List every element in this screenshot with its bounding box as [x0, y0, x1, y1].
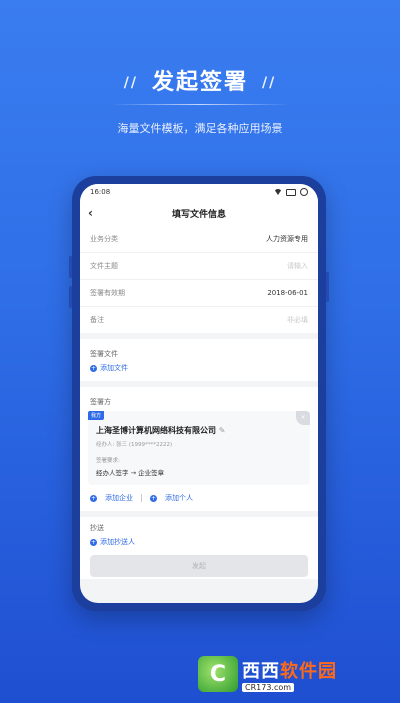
plus-icon: +	[90, 494, 97, 502]
form-row-label: 文件主题	[90, 262, 118, 270]
page-title: 填写文件信息	[171, 209, 226, 220]
add-cc-button[interactable]: + 添加抄送人	[80, 537, 318, 551]
add-person-button[interactable]: 添加个人	[165, 493, 193, 503]
signers-card: 签署方 我方 × 上海圣博计算机网络科技有限公司 ✎ 经办人: 张三 (1999…	[80, 387, 318, 511]
status-time: 16:08	[90, 188, 111, 196]
handler-info: 经办人: 张三 (1999****2222)	[96, 442, 173, 448]
watermark-logo: C 西西软件园 CR173.com	[198, 654, 384, 694]
submit-button[interactable]: 发起	[90, 555, 308, 577]
wifi-icon	[274, 189, 282, 195]
requirement-label: 签署要求:	[96, 458, 120, 464]
add-file-label: 添加文件	[100, 364, 128, 372]
form-row-value: 人力资源专用	[266, 235, 308, 243]
clock-icon	[300, 188, 308, 196]
form-row-category[interactable]: 业务分类 人力资源专用	[80, 226, 318, 253]
form-row-subject[interactable]: 文件主题 请输入	[80, 253, 318, 280]
status-bar: 16:08	[80, 184, 318, 200]
subject-input[interactable]: 请输入	[287, 261, 308, 271]
watermark-brand-a: 西西	[242, 660, 280, 682]
remark-input[interactable]: 非必填	[287, 315, 308, 325]
signer-actions: + 添加企业 + 添加个人	[80, 493, 318, 511]
form-card: 业务分类 人力资源专用 文件主题 请输入 签署有效期 2018-06-01 备注…	[80, 226, 318, 333]
signers-section-title: 签署方	[90, 398, 111, 406]
phone-volume-button	[69, 256, 72, 278]
hero-slashes-right: //	[262, 75, 277, 91]
plus-icon: +	[150, 494, 157, 502]
phone-screen: 16:08 ‹ 填写文件信息 业务分类 人力资源专用 文件主题 请输入 签署有效…	[80, 184, 318, 603]
phone-frame: 16:08 ‹ 填写文件信息 业务分类 人力资源专用 文件主题 请输入 签署有效…	[69, 176, 329, 611]
form-row-value: 2018-06-01	[267, 289, 308, 297]
battery-icon	[286, 188, 296, 196]
edit-icon[interactable]: ✎	[219, 426, 226, 435]
watermark-text: 西西软件园 CR173.com	[242, 657, 337, 692]
add-company-button[interactable]: 添加企业	[105, 493, 133, 503]
hero-slashes-left: //	[123, 75, 138, 91]
form-row-label: 签署有效期	[90, 289, 125, 297]
add-cc-label: 添加抄送人	[100, 538, 135, 546]
form-row-label: 业务分类	[90, 235, 118, 243]
watermark-logo-icon: C	[198, 656, 238, 692]
requirement-flow: 经办人签字 → 企业签章	[96, 469, 165, 477]
add-file-button[interactable]: + 添加文件	[80, 363, 318, 381]
divider	[141, 494, 142, 502]
form-row-label: 备注	[90, 316, 104, 324]
company-name: 上海圣博计算机网络科技有限公司 ✎	[96, 425, 302, 436]
delete-icon[interactable]: ×	[296, 411, 310, 425]
files-section-title: 签署文件	[90, 350, 118, 358]
cc-card: 抄送 + 添加抄送人 发起	[80, 517, 318, 579]
files-card: 签署文件 + 添加文件	[80, 339, 318, 381]
phone-volume-button	[69, 286, 72, 308]
own-party-badge: 我方	[88, 411, 105, 420]
nav-bar: ‹ 填写文件信息	[80, 200, 318, 226]
back-arrow-icon[interactable]: ‹	[88, 206, 93, 220]
watermark-brand: 西西软件园	[242, 657, 337, 683]
hero-subtitle: 海量文件模板，满足各种应用场景	[117, 122, 283, 135]
plus-icon: +	[90, 538, 97, 546]
signer-party-card[interactable]: 我方 × 上海圣博计算机网络科技有限公司 ✎ 经办人: 张三 (1999****…	[88, 411, 310, 485]
cc-section-title: 抄送	[90, 524, 104, 532]
hero-divider	[110, 104, 290, 105]
plus-icon: +	[90, 364, 97, 372]
watermark-url: CR173.com	[242, 682, 295, 692]
form-row-validity[interactable]: 签署有效期 2018-06-01	[80, 280, 318, 307]
status-icons	[274, 188, 308, 196]
company-name-text: 上海圣博计算机网络科技有限公司	[96, 426, 216, 435]
hero-title-text: 发起签署	[151, 70, 248, 95]
form-row-remark[interactable]: 备注 非必填	[80, 307, 318, 333]
watermark-brand-b: 软件园	[280, 660, 337, 682]
phone-power-button	[326, 272, 329, 302]
hero-title: // 发起签署 //	[0, 64, 400, 96]
